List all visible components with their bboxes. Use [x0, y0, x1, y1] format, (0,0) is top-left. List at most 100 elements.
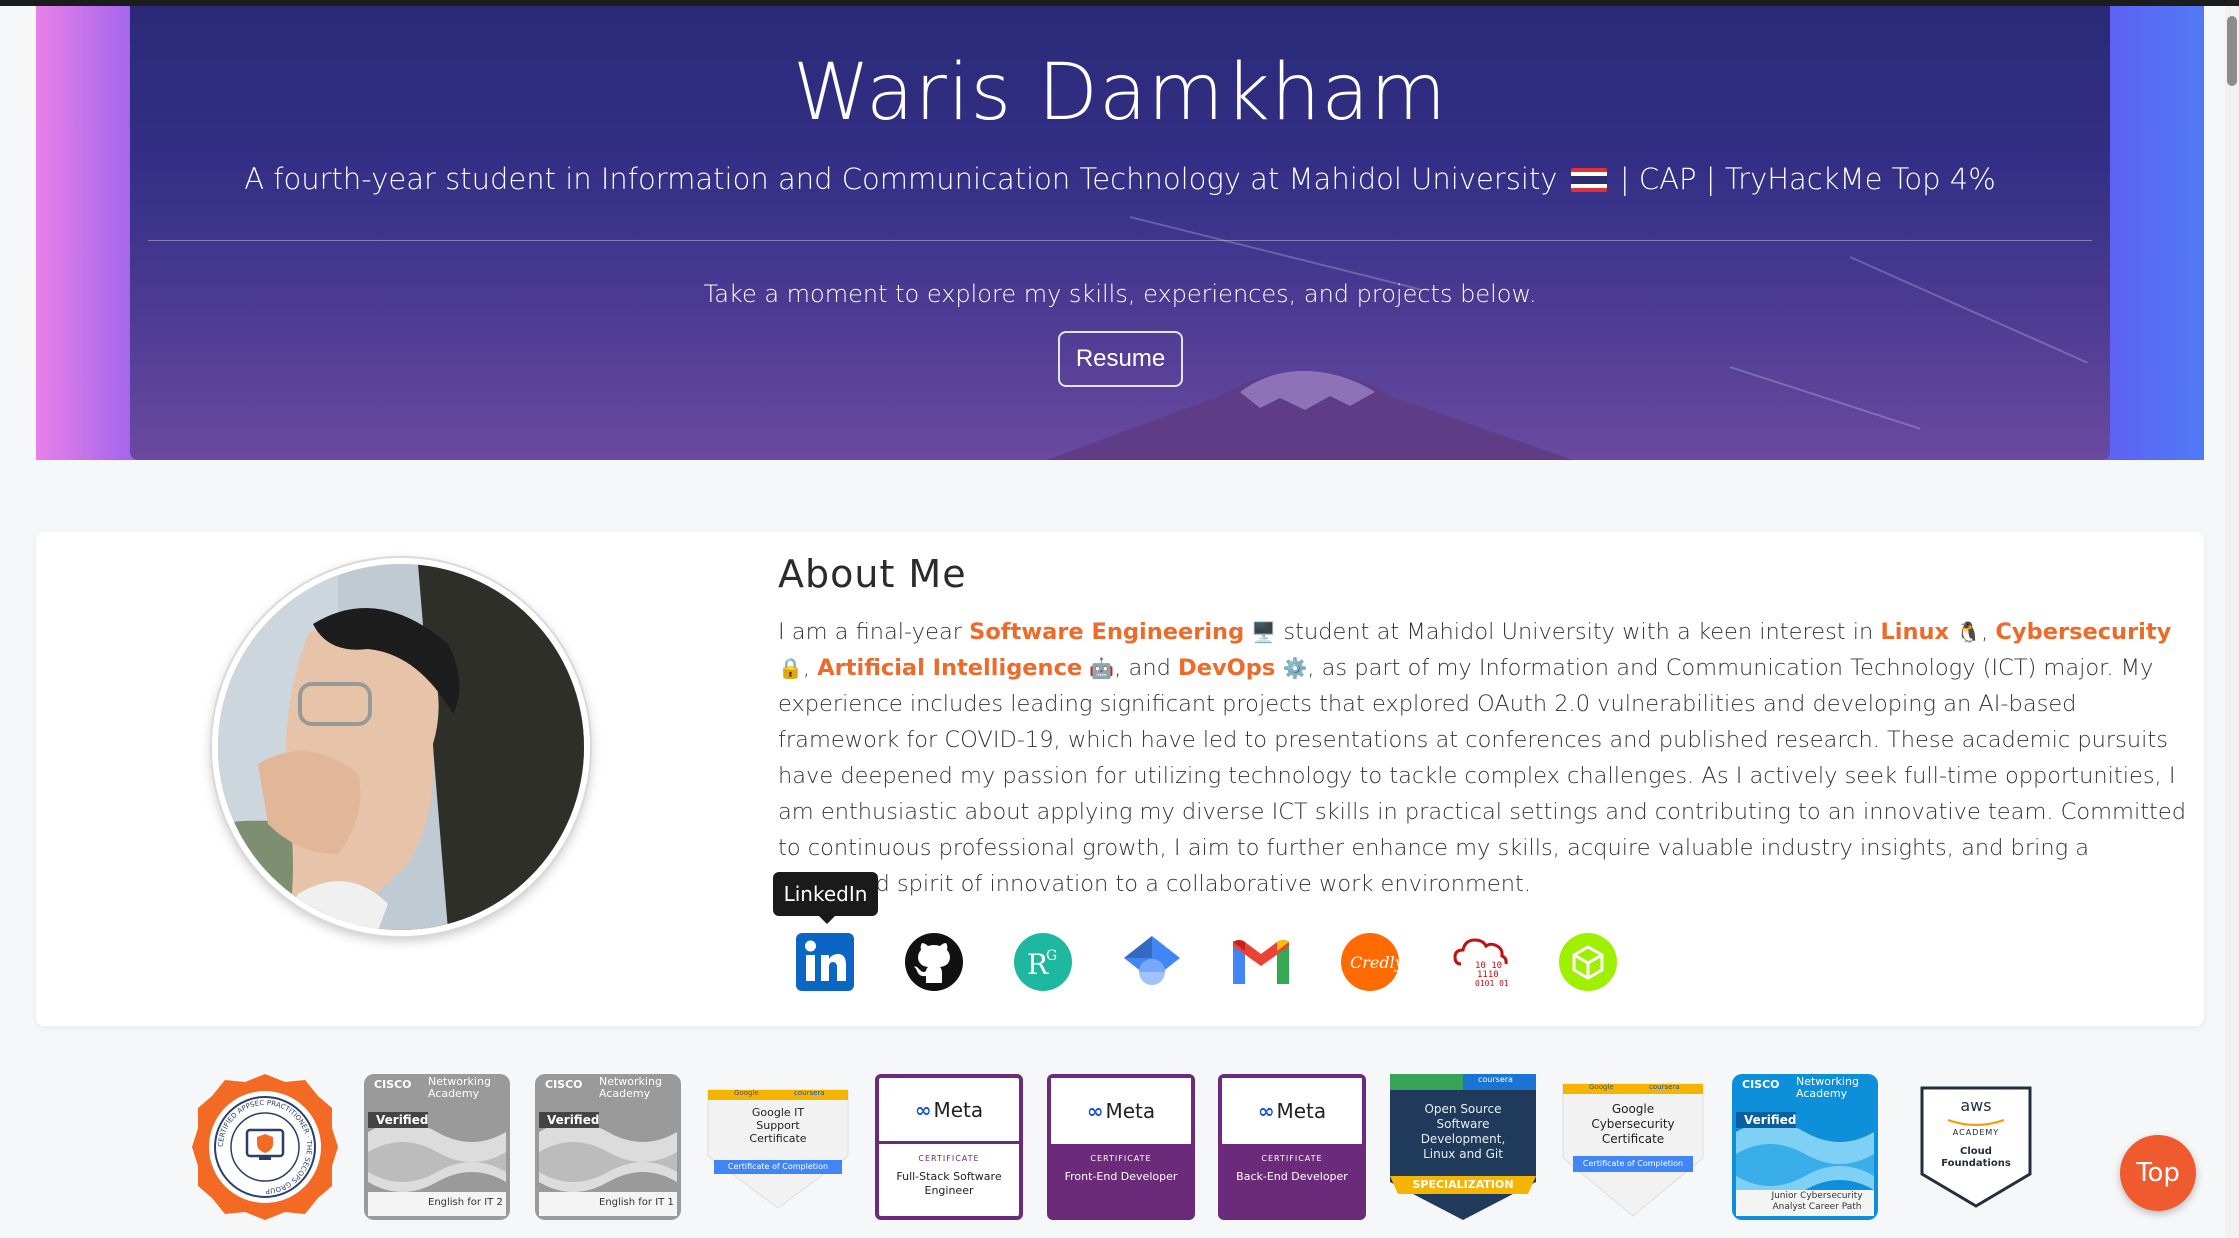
badge-title: Back-End Developer — [1236, 1170, 1348, 1183]
highlight-cybersecurity: Cybersecurity — [1995, 619, 2172, 645]
highlight-linux: Linux — [1880, 619, 1950, 645]
meta-infinity-icon: ∞ — [914, 1097, 932, 1122]
linkedin-icon — [796, 933, 854, 991]
verified-label: Verified — [1744, 1113, 1797, 1127]
about-paragraph: I am a final-year Software Engineering 🖥… — [778, 614, 2188, 902]
badge-title: Open Source Software Development, Linux … — [1420, 1102, 1506, 1161]
scrollbar-thumb[interactable] — [2227, 16, 2237, 86]
badge-title: Junior Cybersecurity Analyst Career Path — [1771, 1191, 1863, 1212]
gear-icon: ⚙️ — [1282, 656, 1308, 680]
google-brand-text: Google — [1589, 1083, 1614, 1091]
badge-subtitle: Certificate of Completion — [1582, 1159, 1684, 1168]
cisco-logo-text: CISCO — [545, 1078, 583, 1091]
about-text-part: , — [802, 655, 818, 681]
hackthebox-link[interactable] — [1558, 932, 1618, 992]
certificate-label: CERTIFICATE — [1090, 1154, 1152, 1163]
svg-text:G: G — [1046, 948, 1057, 964]
verified-label: Verified — [376, 1113, 429, 1127]
google-badge-art — [1562, 1083, 1704, 1217]
coursera-brand-text: coursera — [794, 1089, 825, 1097]
highlight-devops: DevOps — [1178, 655, 1276, 681]
about-text-part: , and — [1114, 655, 1179, 681]
meta-logo-text: Meta — [1105, 1099, 1156, 1123]
meta-infinity-icon: ∞ — [1257, 1099, 1275, 1123]
about-text-part: I am a final-year — [778, 619, 970, 645]
hero-cta-text: Take a moment to explore my skills, expe… — [703, 280, 1537, 308]
page-scrollbar[interactable] — [2225, 6, 2239, 1238]
meta-logo-text: Meta — [933, 1097, 984, 1122]
researchgate-link[interactable]: RG — [1013, 932, 1073, 992]
google-scholar-icon — [1124, 936, 1180, 985]
about-card: About Me I am a final-year Software Engi… — [36, 532, 2204, 1026]
coursera-brand-text: coursera — [1649, 1083, 1680, 1091]
robot-icon: 🤖 — [1089, 656, 1115, 680]
credly-icon: Credly — [1341, 933, 1399, 991]
aws-cloud-foundations-badge[interactable]: aws ACADEMY Cloud Foundations — [1918, 1084, 2034, 1210]
light-streak — [1729, 366, 1921, 430]
highlight-software-engineering: Software Engineering — [969, 619, 1245, 645]
cisco-junior-cyber-badge[interactable]: CISCO Networking Academy Verified Junior… — [1730, 1072, 1880, 1222]
hackthebox-icon — [1559, 933, 1617, 991]
google-cybersecurity-badge[interactable]: Google coursera Google Cybersecurity Cer… — [1559, 1080, 1707, 1220]
meta-logo-area: ∞ Meta — [879, 1078, 1019, 1144]
about-text-part: student at Mahidol University with a kee… — [1276, 619, 1881, 645]
back-to-top-button[interactable]: Top — [2120, 1135, 2196, 1211]
cisco-brand-text: Networking Academy — [1796, 1075, 1859, 1100]
github-link[interactable] — [904, 932, 964, 992]
badge-subtitle: SPECIALIZATION — [1412, 1178, 1514, 1191]
about-text-part: , as part of my Information and Communic… — [778, 655, 2186, 897]
profile-avatar — [212, 558, 590, 936]
badge-title: English for IT 2 — [428, 1197, 503, 1208]
badge-title: Front-End Developer — [1064, 1170, 1178, 1183]
researchgate-icon: RG — [1014, 933, 1072, 991]
meta-infinity-icon: ∞ — [1086, 1099, 1104, 1123]
aws-logo-text: aws — [1960, 1096, 1992, 1115]
hero-subtitle: A fourth-year student in Information and… — [130, 162, 2110, 196]
about-title: About Me — [778, 552, 967, 596]
tryhackme-link[interactable]: 10 10 1110 0101 01 — [1449, 932, 1509, 992]
penguin-icon: 🐧 — [1956, 620, 1982, 644]
google-brand-text: Google — [734, 1089, 759, 1097]
badge-title: Google IT Support Certificate — [749, 1106, 807, 1145]
lock-icon: 🔒 — [778, 656, 803, 680]
light-streak — [1849, 256, 2088, 364]
cisco-english2-badge[interactable]: CISCO Networking Academy Verified Englis… — [362, 1072, 512, 1222]
cisco-english1-badge[interactable]: CISCO Networking Academy Verified Englis… — [533, 1072, 683, 1222]
cisco-logo-text: CISCO — [1742, 1078, 1780, 1091]
meta-frontend-badge[interactable]: ∞ Meta CERTIFICATE Front-End Developer — [1047, 1074, 1195, 1220]
hero-divider — [148, 240, 2092, 241]
cisco-brand-text: Networking Academy — [599, 1075, 662, 1100]
profile-photo — [218, 564, 584, 930]
linkedin-tooltip: LinkedIn — [773, 872, 878, 924]
badge-title: Full-Stack Software Engineer — [896, 1170, 1002, 1197]
google-scholar-link[interactable] — [1122, 932, 1182, 992]
github-icon — [905, 933, 963, 991]
svg-text:0101 01: 0101 01 — [1475, 979, 1509, 988]
credly-link[interactable]: Credly — [1340, 932, 1400, 992]
cisco-logo-text: CISCO — [374, 1078, 412, 1091]
gmail-link[interactable] — [1231, 932, 1291, 992]
certificate-label: CERTIFICATE — [918, 1154, 980, 1163]
meta-backend-badge[interactable]: ∞ Meta CERTIFICATE Back-End Developer — [1218, 1074, 1366, 1220]
open-source-specialization-badge[interactable]: Open Source Software Development, Linux … — [1388, 1072, 1538, 1222]
about-text-part: , — [1981, 619, 1996, 645]
verified-label: Verified — [547, 1113, 600, 1127]
meta-logo-area: ∞ Meta — [1222, 1078, 1362, 1144]
google-it-support-badge[interactable]: Google coursera Google IT Support Certif… — [704, 1086, 852, 1212]
meta-fullstack-badge[interactable]: ∞ Meta CERTIFICATE Full-Stack Software E… — [875, 1074, 1023, 1220]
badge-title: English for IT 1 — [599, 1197, 674, 1208]
meta-logo-area: ∞ Meta — [1051, 1078, 1191, 1144]
badge-subtitle: Certificate of Completion — [727, 1162, 829, 1171]
tryhackme-icon: 10 1011100101 01 — [1453, 938, 1509, 988]
resume-button[interactable]: Resume — [1058, 331, 1183, 387]
secops-badge[interactable]: CERTIFIED APPSEC PRACTITIONER · THE SECO… — [190, 1072, 340, 1222]
badge-title: Cloud Foundations — [1941, 1146, 2011, 1169]
coursera-brand-text: coursera — [1478, 1075, 1513, 1084]
gmail-icon — [1233, 940, 1289, 984]
aws-academy-text: ACADEMY — [1952, 1128, 2000, 1137]
computer-icon: 🖥️ — [1251, 620, 1277, 644]
meta-logo-text: Meta — [1276, 1099, 1327, 1123]
linkedin-link[interactable] — [795, 932, 855, 992]
hero-subtitle-tail: | CAP | TryHackMe Top 4% — [1619, 162, 1996, 196]
hero-subtitle-main: A fourth-year student in Information and… — [244, 162, 1558, 196]
